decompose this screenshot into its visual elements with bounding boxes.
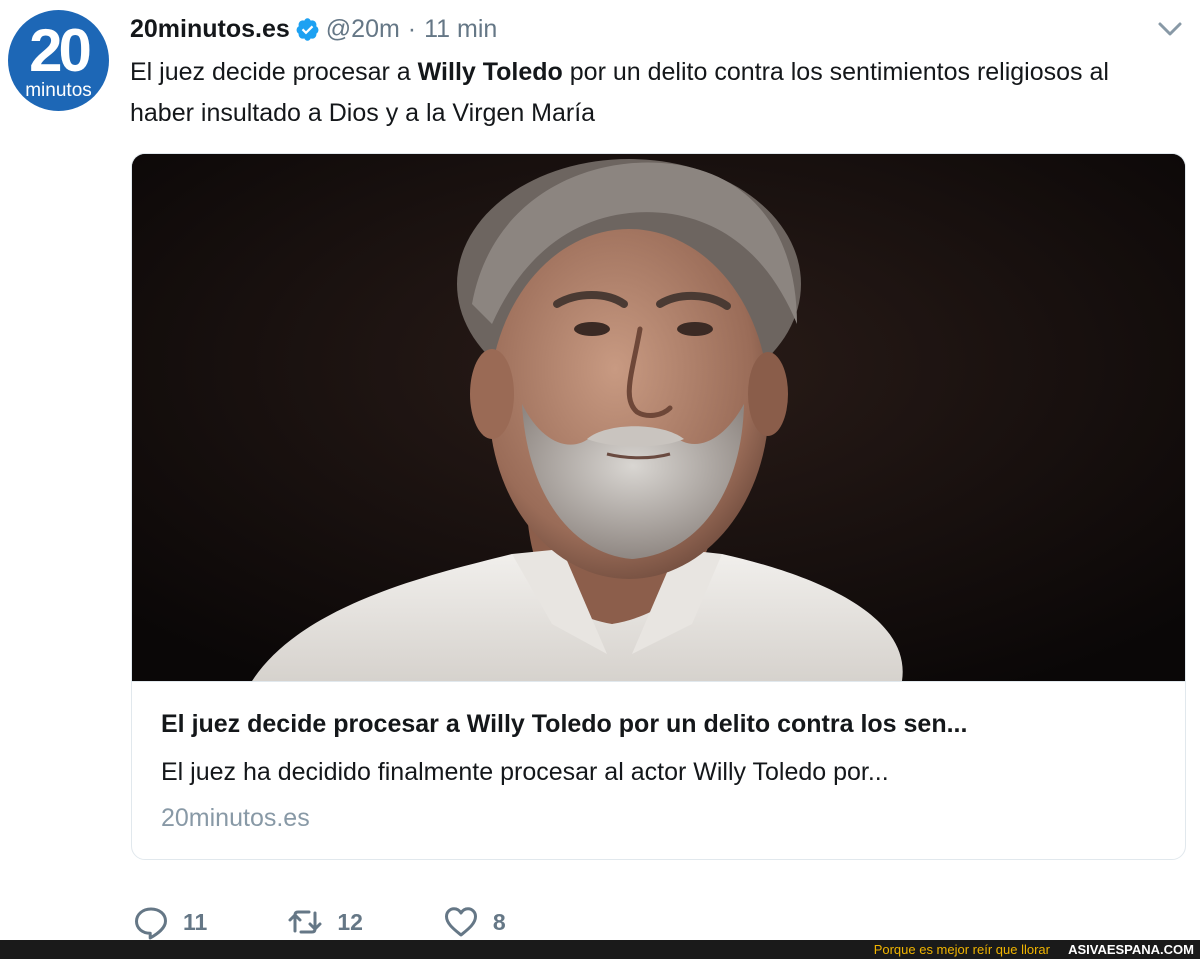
tweet-text: El juez decide procesar a Willy Toledo p… — [130, 52, 1170, 134]
author-handle[interactable]: @20m — [326, 15, 400, 44]
card-domain: 20minutos.es — [161, 804, 310, 832]
reply-button[interactable]: 11 — [133, 904, 207, 940]
tweet-text-before: El juez decide procesar a — [130, 58, 418, 86]
tweet-text-bold: Willy Toledo — [417, 58, 563, 86]
card-photo[interactable] — [132, 154, 1185, 681]
retweet-icon — [288, 910, 322, 934]
card-description: El juez ha decidido finalmente procesar … — [161, 758, 889, 786]
reply-icon — [135, 907, 167, 940]
watermark-bar: Porque es mejor reír que llorar ASIVAESP… — [0, 940, 1200, 959]
card-title[interactable]: El juez decide procesar a Willy Toledo p… — [161, 710, 1161, 739]
card-body[interactable]: El juez decide procesar a Willy Toledo p… — [132, 681, 1185, 859]
watermark-slogan: Porque es mejor reír que llorar — [873, 942, 1050, 957]
author-name[interactable]: 20minutos.es — [130, 15, 290, 44]
watermark-site[interactable]: ASIVAESPANA.COM — [1068, 941, 1194, 958]
separator-dot: · — [407, 14, 417, 43]
tweet-actions: 11 12 8 — [133, 904, 586, 940]
like-button[interactable]: 8 — [443, 904, 506, 940]
heart-icon — [444, 907, 477, 937]
tweet-header: 20minutos.es @20m · 11 min — [130, 12, 497, 46]
like-count: 8 — [492, 908, 506, 935]
tweet[interactable]: 20 minutos 20minutos.es @20m · 11 min El… — [0, 0, 1200, 940]
avatar-word: minutos — [25, 80, 92, 101]
link-card[interactable]: El juez decide procesar a Willy Toledo p… — [131, 153, 1186, 860]
portrait-photo — [132, 154, 1185, 681]
avatar-number: 20 — [29, 17, 92, 84]
retweet-button[interactable]: 12 — [287, 904, 363, 940]
tweet-timestamp[interactable]: 11 min — [424, 15, 497, 44]
avatar[interactable]: 20 minutos — [8, 10, 109, 111]
retweet-count: 12 — [337, 908, 363, 935]
verified-badge-icon — [296, 17, 319, 41]
chevron-down-icon[interactable] — [1156, 18, 1184, 40]
reply-count: 11 — [183, 908, 208, 935]
